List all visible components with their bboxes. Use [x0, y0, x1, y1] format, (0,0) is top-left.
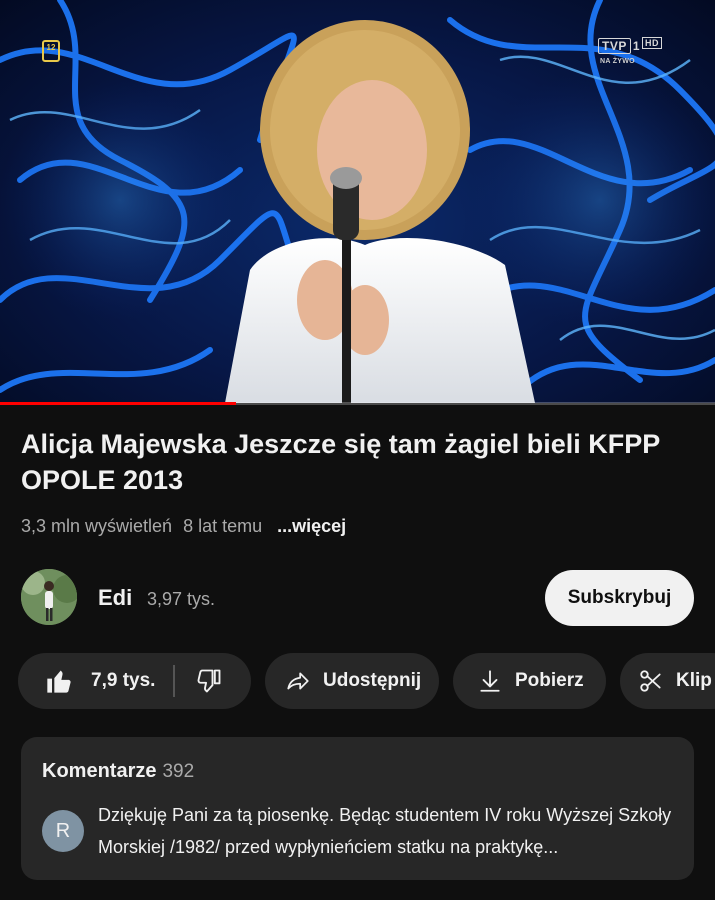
comments-card[interactable]: Komentarze 392 R Dziękuję Pani za tą pios… — [21, 737, 694, 880]
subscribe-button[interactable]: Subskrybuj — [545, 570, 694, 626]
share-button[interactable]: Udostępnij — [265, 653, 439, 709]
video-progress-fill — [0, 402, 236, 405]
download-button[interactable]: Pobierz — [453, 653, 606, 709]
dislike-button[interactable] — [175, 653, 223, 709]
view-count: 3,3 mln wyświetleń — [21, 516, 173, 536]
commenter-avatar: R — [42, 810, 84, 852]
download-label: Pobierz — [515, 670, 584, 691]
comments-header: Komentarze 392 — [42, 760, 194, 783]
channel-logo-number: 1 — [632, 39, 641, 53]
share-arrow-icon — [287, 672, 309, 690]
clip-button[interactable]: Klip — [620, 653, 715, 709]
avatar-photo — [21, 569, 77, 625]
scissors-icon — [640, 670, 661, 692]
share-label: Udostępnij — [323, 670, 422, 691]
like-button[interactable]: 7,9 tys. — [18, 653, 155, 709]
top-comment-text: Dziękuję Pani za tą piosenkę. Będąc stud… — [98, 805, 672, 857]
video-player[interactable]: 12 TVP 1 HD NA ŻYWO — [0, 0, 715, 403]
video-progress-bar[interactable] — [0, 402, 715, 405]
clip-label: Klip — [676, 670, 712, 691]
upload-age: 8 lat temu — [183, 516, 263, 536]
like-dislike-group: 7,9 tys. — [18, 653, 251, 709]
channel-name[interactable]: Edi — [98, 585, 132, 611]
live-label: NA ŻYWO — [600, 58, 635, 65]
download-icon — [480, 670, 500, 692]
like-count: 7,9 tys. — [91, 670, 156, 691]
hd-label: HD — [642, 37, 663, 49]
age-rating-badge: 12 — [42, 40, 60, 62]
comments-title: Komentarze — [42, 760, 157, 782]
comments-count: 392 — [162, 761, 195, 782]
channel-avatar[interactable] — [21, 569, 77, 625]
video-meta[interactable]: 3,3 mln wyświetleń 8 lat temu ...więcej — [21, 516, 352, 537]
subscriber-count: 3,97 tys. — [147, 589, 216, 609]
video-title: Alicja Majewska Jeszcze się tam żagiel b… — [21, 429, 660, 495]
channel-logo-text: TVP — [598, 38, 631, 54]
thumbs-up-icon — [47, 670, 71, 693]
tv-channel-logo: TVP 1 HD — [598, 37, 663, 54]
more-link[interactable]: ...więcej — [277, 516, 346, 536]
thumbs-down-icon — [197, 669, 221, 693]
